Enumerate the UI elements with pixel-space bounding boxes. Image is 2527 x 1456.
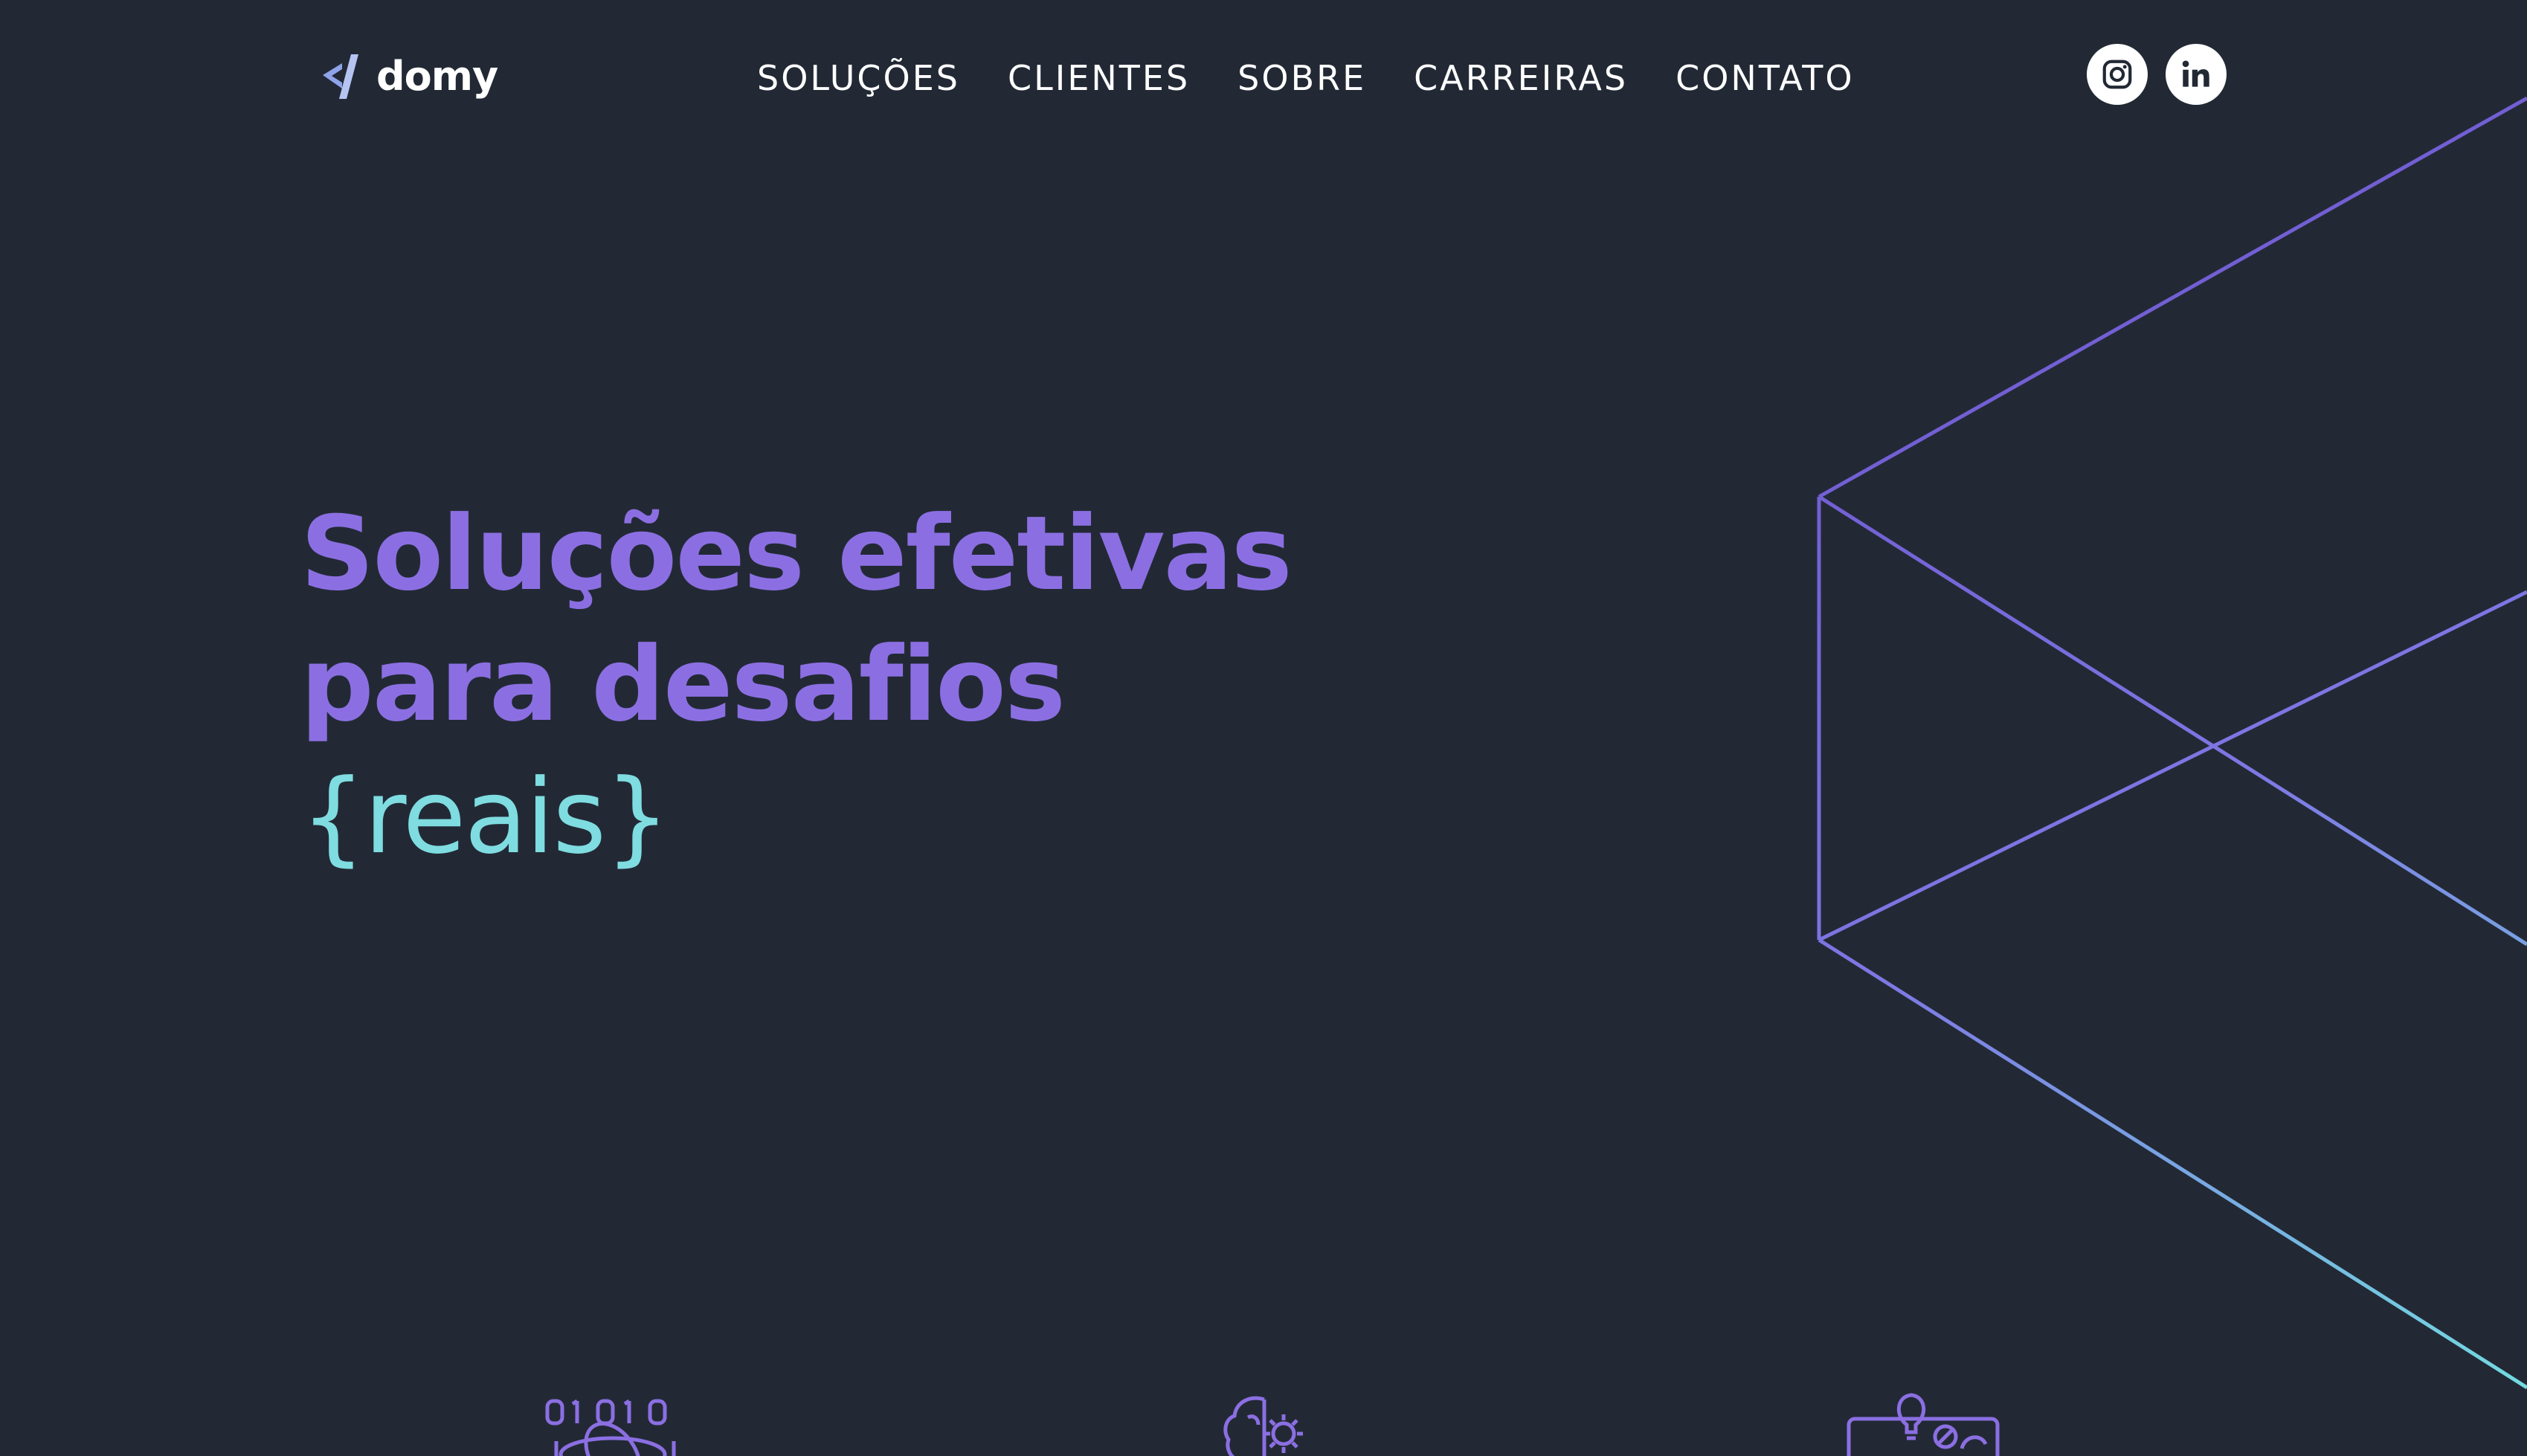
binary-atom-icon (545, 1399, 676, 1456)
hero-title-line-1: Soluções efetivas (300, 494, 1293, 613)
social-links (2087, 44, 2227, 105)
linkedin-button[interactable] (2166, 44, 2227, 105)
nav-item-sobre[interactable]: SOBRE (1237, 52, 1366, 104)
hero-title-accent: {reais} (300, 757, 670, 877)
brand-name: domy (376, 53, 498, 100)
page: domy SOLUÇÕES CLIENTES SOBRE CARREIRAS C… (0, 0, 2527, 1456)
main-nav: SOLUÇÕES CLIENTES SOBRE CARREIRAS CONTAT… (757, 52, 1855, 104)
brain-gear-icon (1223, 1396, 1303, 1456)
nav-item-carreiras[interactable]: CARREIRAS (1414, 52, 1628, 104)
instagram-button[interactable] (2087, 44, 2148, 105)
wireframe-line (1818, 590, 2527, 942)
instagram-icon (2102, 59, 2132, 89)
nav-item-contato[interactable]: CONTATO (1675, 52, 1854, 104)
linkedin-icon (2182, 60, 2209, 87)
nav-item-solucoes[interactable]: SOLUÇÕES (757, 52, 960, 104)
wireframe-line (1818, 495, 2527, 947)
brand-logo[interactable]: domy (321, 51, 498, 103)
hero-title-line-2: para desafios (300, 625, 1066, 744)
lightbulb-laptop-icon (1847, 1393, 2000, 1456)
wireframe-line (1818, 938, 2527, 1390)
wireframe-line (1818, 96, 2527, 499)
nav-item-clientes[interactable]: CLIENTES (1008, 52, 1190, 104)
code-bracket-logo-icon (323, 54, 358, 99)
